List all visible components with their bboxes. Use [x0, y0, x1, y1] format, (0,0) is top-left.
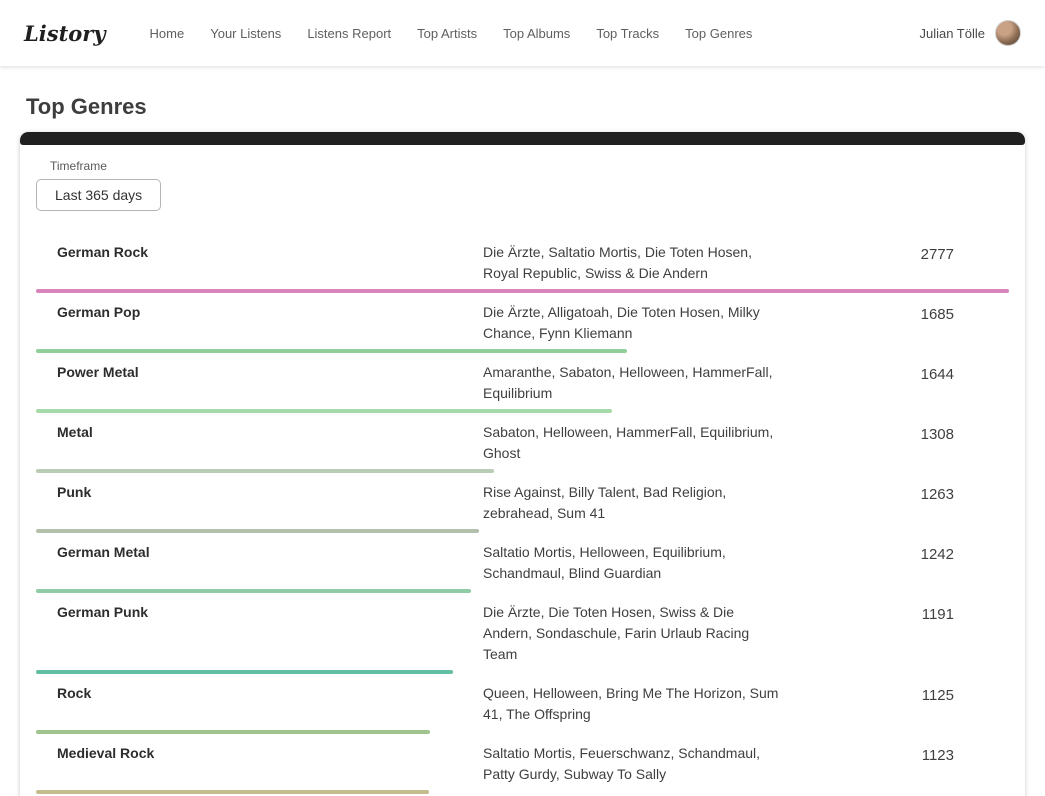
- genre-row[interactable]: German Rock Die Ärzte, Saltatio Mortis, …: [36, 233, 1009, 293]
- genre-count: 1242: [783, 542, 1009, 563]
- genre-row[interactable]: German Punk Die Ärzte, Die Toten Hosen, …: [36, 593, 1009, 674]
- horizontal-scrollbar[interactable]: [20, 132, 1025, 145]
- genre-artists: Saltatio Mortis, Helloween, Equilibrium,…: [483, 542, 783, 584]
- nav-item[interactable]: Home: [150, 26, 185, 41]
- genre-artists: Die Ärzte, Die Toten Hosen, Swiss & Die …: [483, 602, 783, 665]
- user-avatar[interactable]: [995, 20, 1021, 46]
- genre-count: 1123: [783, 743, 1009, 764]
- genre-name: Medieval Rock: [36, 743, 483, 761]
- genre-artists: Queen, Helloween, Bring Me The Horizon, …: [483, 683, 783, 725]
- genre-count: 2777: [783, 242, 1009, 263]
- genre-artists: Rise Against, Billy Talent, Bad Religion…: [483, 482, 783, 524]
- timeframe-select[interactable]: Last 365 days: [36, 179, 161, 211]
- genre-name: Metal: [36, 422, 483, 440]
- genre-row[interactable]: German Metal Saltatio Mortis, Helloween,…: [36, 533, 1009, 593]
- genre-artists: Saltatio Mortis, Feuerschwanz, Schandmau…: [483, 743, 783, 785]
- user-name: Julian Tölle: [919, 26, 985, 41]
- top-navigation-bar: Listory Home Your Listens Listens Report…: [0, 0, 1045, 66]
- genre-table: German Rock Die Ärzte, Saltatio Mortis, …: [20, 233, 1025, 796]
- genre-row[interactable]: German Pop Die Ärzte, Alligatoah, Die To…: [36, 293, 1009, 353]
- page-title: Top Genres: [26, 94, 1045, 120]
- nav-item[interactable]: Listens Report: [307, 26, 391, 41]
- genre-artists: Die Ärzte, Alligatoah, Die Toten Hosen, …: [483, 302, 783, 344]
- app-logo[interactable]: Listory: [24, 21, 106, 46]
- nav-item[interactable]: Your Listens: [210, 26, 281, 41]
- nav-item[interactable]: Top Albums: [503, 26, 570, 41]
- genre-name: Punk: [36, 482, 483, 500]
- genre-count: 1191: [783, 602, 1009, 623]
- genre-name: German Punk: [36, 602, 483, 620]
- genre-count: 1125: [783, 683, 1009, 704]
- genre-row[interactable]: Punk Rise Against, Billy Talent, Bad Rel…: [36, 473, 1009, 533]
- nav-item[interactable]: Top Artists: [417, 26, 477, 41]
- genre-count: 1263: [783, 482, 1009, 503]
- genre-row[interactable]: Medieval Rock Saltatio Mortis, Feuerschw…: [36, 734, 1009, 794]
- nav-item[interactable]: Top Tracks: [596, 26, 659, 41]
- genre-count: 1685: [783, 302, 1009, 323]
- genre-name: Rock: [36, 683, 483, 701]
- timeframe-filter: Timeframe Last 365 days: [20, 145, 1025, 233]
- main-nav: Home Your Listens Listens Report Top Art…: [150, 26, 920, 41]
- genre-name: German Rock: [36, 242, 483, 260]
- genre-artists: Die Ärzte, Saltatio Mortis, Die Toten Ho…: [483, 242, 783, 284]
- user-menu[interactable]: Julian Tölle: [919, 20, 1021, 46]
- genre-artists: Sabaton, Helloween, HammerFall, Equilibr…: [483, 422, 783, 464]
- timeframe-label: Timeframe: [50, 159, 1009, 173]
- top-genres-card: Timeframe Last 365 days German Rock Die …: [20, 132, 1025, 796]
- genre-artists: Amaranthe, Sabaton, Helloween, HammerFal…: [483, 362, 783, 404]
- genre-row[interactable]: Rock Queen, Helloween, Bring Me The Hori…: [36, 674, 1009, 734]
- genre-row[interactable]: Metal Sabaton, Helloween, HammerFall, Eq…: [36, 413, 1009, 473]
- genre-name: German Metal: [36, 542, 483, 560]
- genre-name: German Pop: [36, 302, 483, 320]
- genre-count: 1644: [783, 362, 1009, 383]
- nav-item[interactable]: Top Genres: [685, 26, 752, 41]
- genre-count: 1308: [783, 422, 1009, 443]
- genre-name: Power Metal: [36, 362, 483, 380]
- genre-row[interactable]: Power Metal Amaranthe, Sabaton, Hellowee…: [36, 353, 1009, 413]
